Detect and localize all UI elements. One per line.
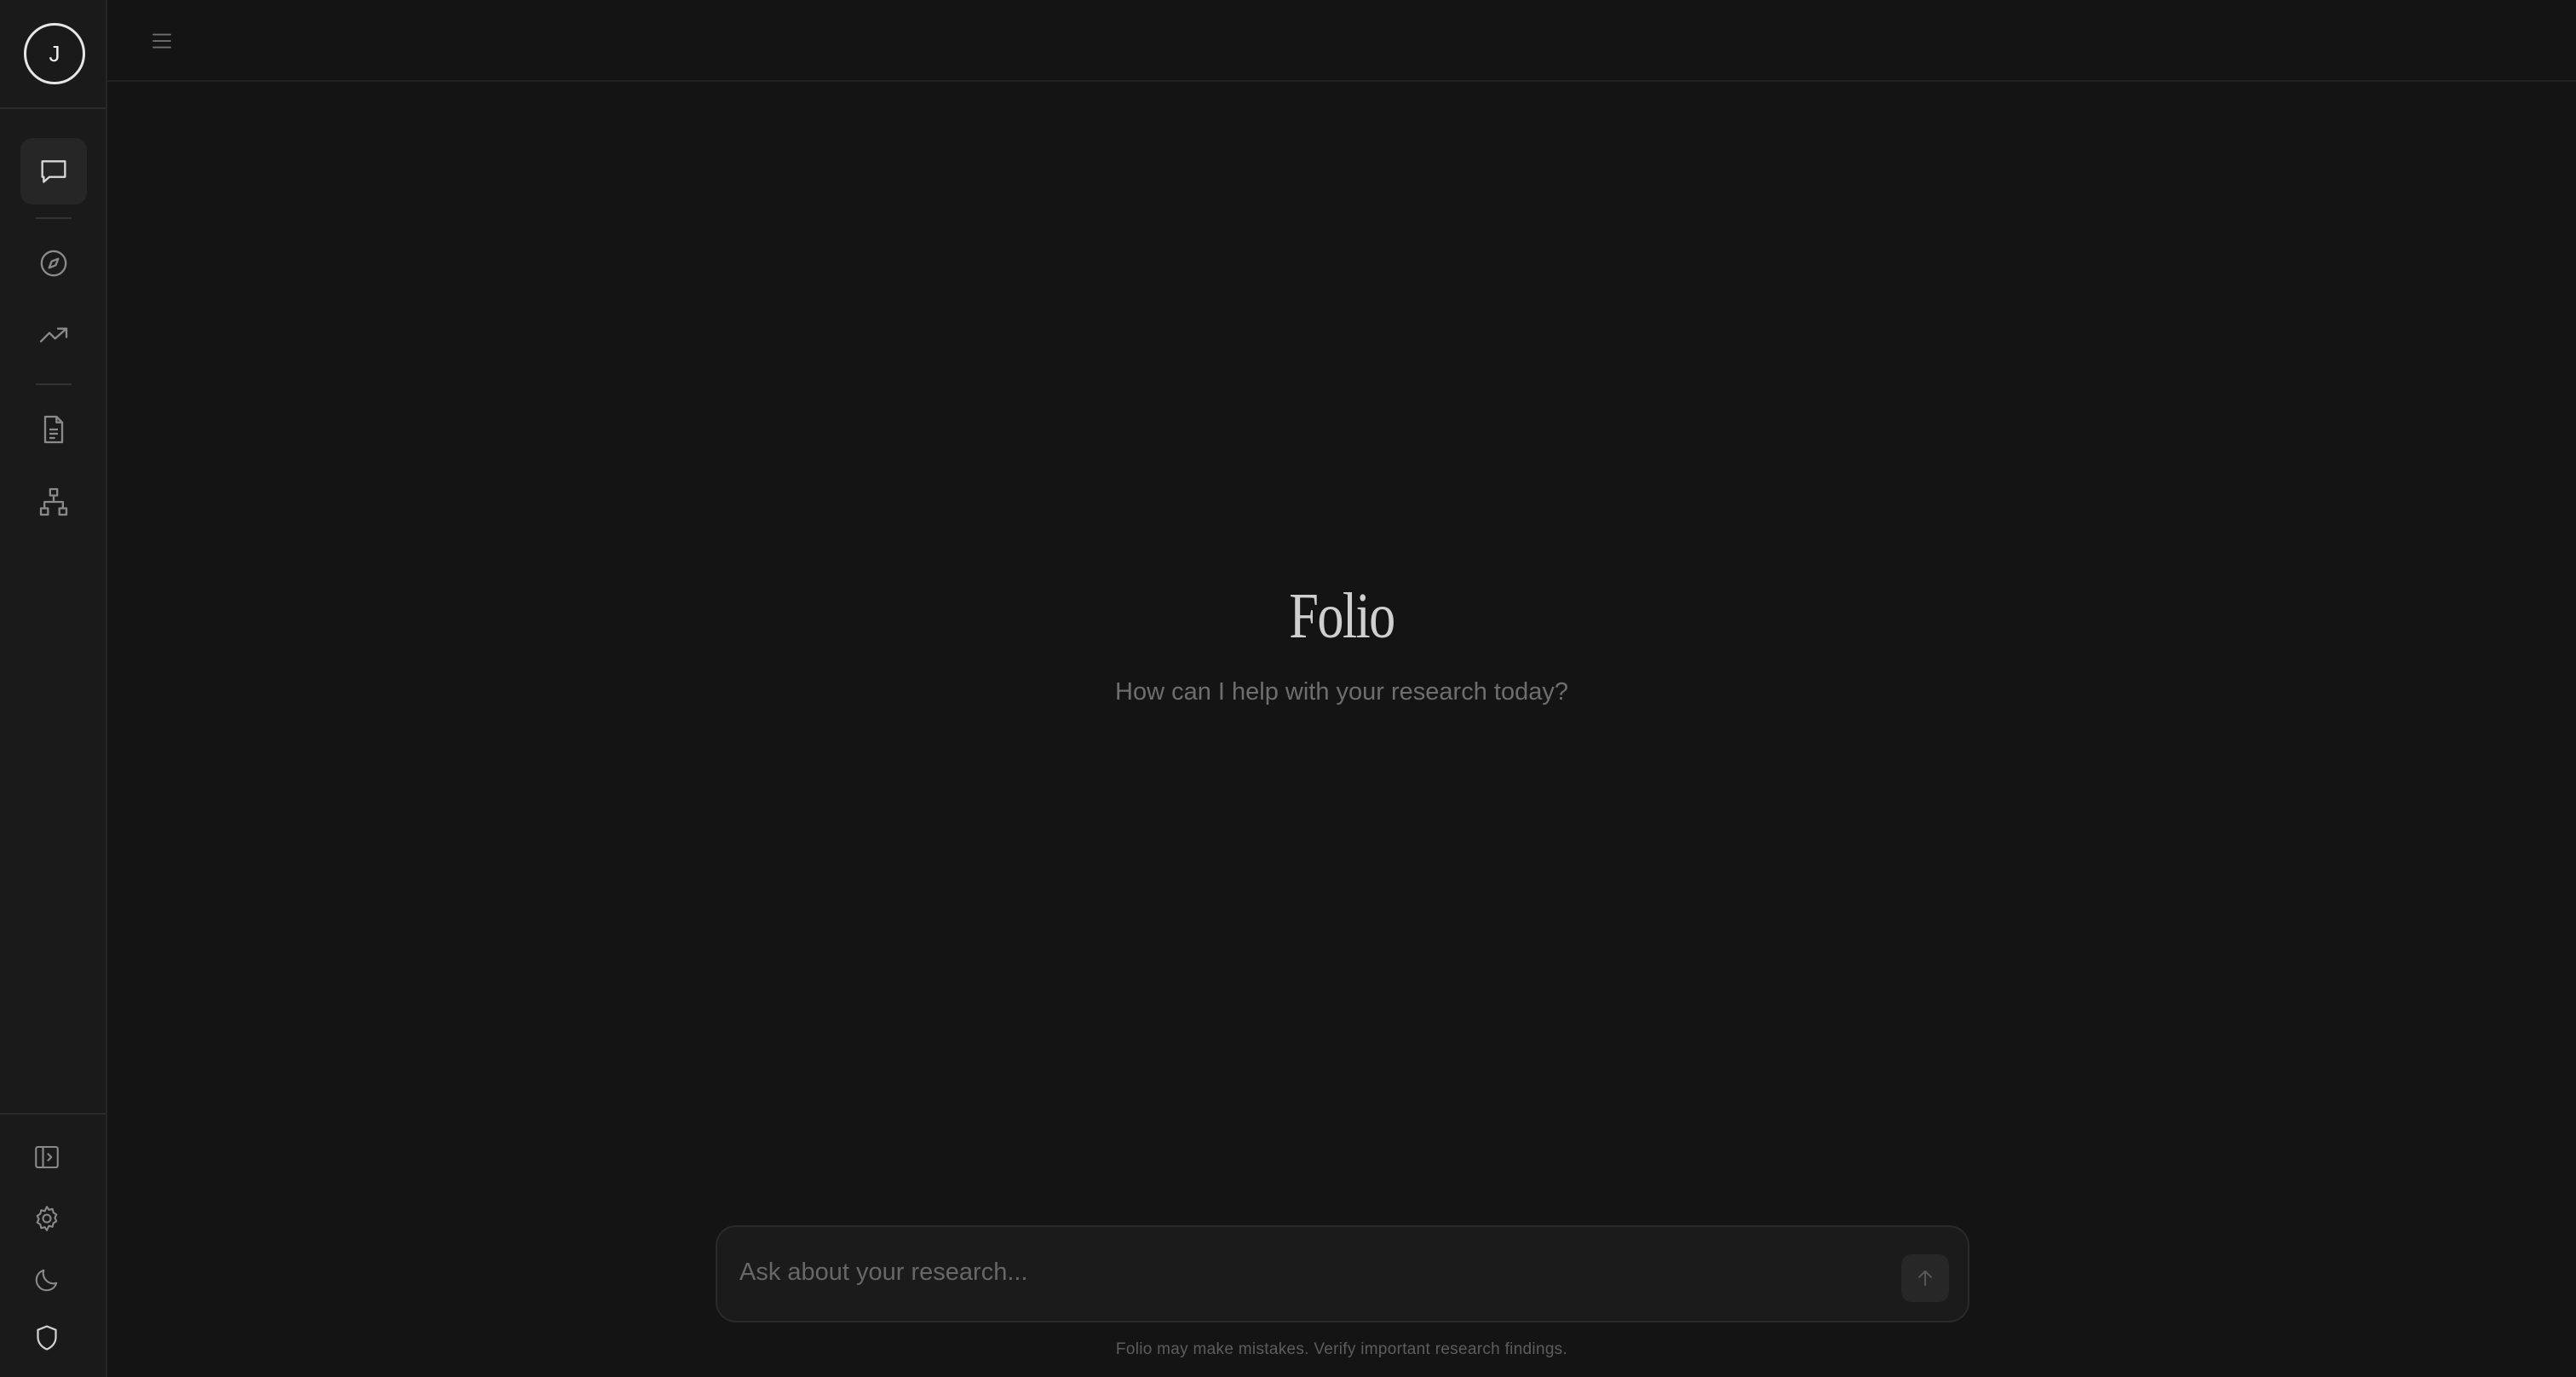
trending-up-icon [39, 327, 68, 343]
moon-icon [35, 1269, 58, 1292]
sidebar-item-documents[interactable] [20, 396, 87, 463]
toggle-panel-button[interactable] [23, 1133, 71, 1181]
welcome-subtitle: How can I help with your research today? [1115, 678, 1568, 706]
nav-group-divider [36, 383, 72, 385]
theme-toggle-button[interactable] [23, 1256, 71, 1304]
settings-button[interactable] [23, 1195, 71, 1242]
research-query-input[interactable] [738, 1244, 1866, 1300]
hamburger-menu-icon [152, 33, 171, 49]
nav-group-divider [36, 217, 72, 219]
sidebar-rail: J [0, 0, 107, 1377]
compass-icon [40, 250, 67, 277]
privacy-button[interactable] [23, 1314, 71, 1362]
network-diagram-icon [39, 487, 68, 516]
document-icon [43, 415, 64, 444]
send-button[interactable] [1901, 1254, 1949, 1302]
chat-bubble-icon [41, 160, 66, 183]
sidebar-item-explore[interactable] [20, 230, 87, 297]
arrow-up-icon [1918, 1270, 1932, 1287]
app-root: J Folio How can I help with your researc… [0, 0, 2576, 1377]
sidebar-item-trends[interactable] [20, 302, 87, 369]
sidebar-item-graph[interactable] [20, 469, 87, 535]
gear-icon [36, 1206, 58, 1231]
top-bar [107, 0, 2576, 82]
sidebar-divider [0, 1113, 106, 1115]
avatar[interactable]: J [24, 23, 85, 84]
sidebar-divider [0, 107, 106, 109]
sidebar-item-chat[interactable] [20, 138, 87, 205]
message-composer [716, 1225, 1969, 1322]
sidebar-expand-icon [35, 1145, 59, 1169]
disclaimer-text: Folio may make mistakes. Verify importan… [1115, 1340, 1568, 1358]
menu-button[interactable] [141, 20, 182, 61]
shield-icon [37, 1325, 57, 1351]
app-title: Folio [1289, 580, 1395, 652]
